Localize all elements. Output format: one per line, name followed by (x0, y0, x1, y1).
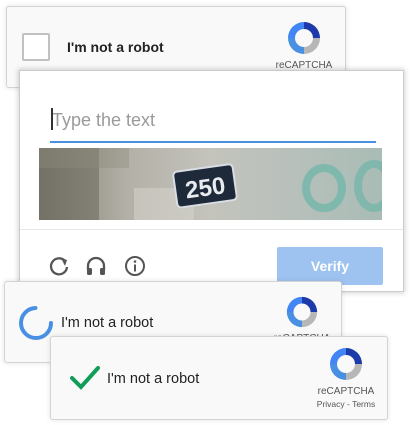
recaptcha-logo-icon (330, 348, 362, 380)
privacy-terms-links[interactable]: Privacy - Terms (311, 399, 381, 409)
text-caret (51, 108, 53, 130)
reload-icon[interactable] (48, 255, 70, 277)
recaptcha-logo-icon (286, 296, 318, 328)
audio-icon[interactable] (85, 255, 107, 277)
captcha-plate-number: 250 (184, 172, 227, 204)
info-icon[interactable] (124, 255, 146, 277)
robot-label: I'm not a robot (67, 39, 164, 55)
popup-divider (20, 229, 403, 230)
checkmark-icon (70, 366, 100, 390)
challenge-popup: 250 Verify (19, 70, 404, 292)
recaptcha-logo-icon (288, 22, 320, 54)
robot-checkbox[interactable] (22, 33, 50, 61)
recaptcha-logo: reCAPTCHA (269, 19, 339, 71)
loading-spinner-icon (19, 306, 53, 340)
robot-label: I'm not a robot (61, 315, 154, 331)
recaptcha-logo-text: reCAPTCHA (317, 386, 375, 397)
recaptcha-widget-verified: I'm not a robot reCAPTCHA Privacy - Term… (50, 336, 388, 420)
verify-button[interactable]: Verify (277, 247, 383, 285)
captcha-text-input[interactable] (50, 99, 376, 143)
robot-label: I'm not a robot (107, 371, 200, 387)
captcha-image: 250 (39, 148, 382, 220)
recaptcha-logo: reCAPTCHA Privacy - Terms (311, 345, 381, 409)
